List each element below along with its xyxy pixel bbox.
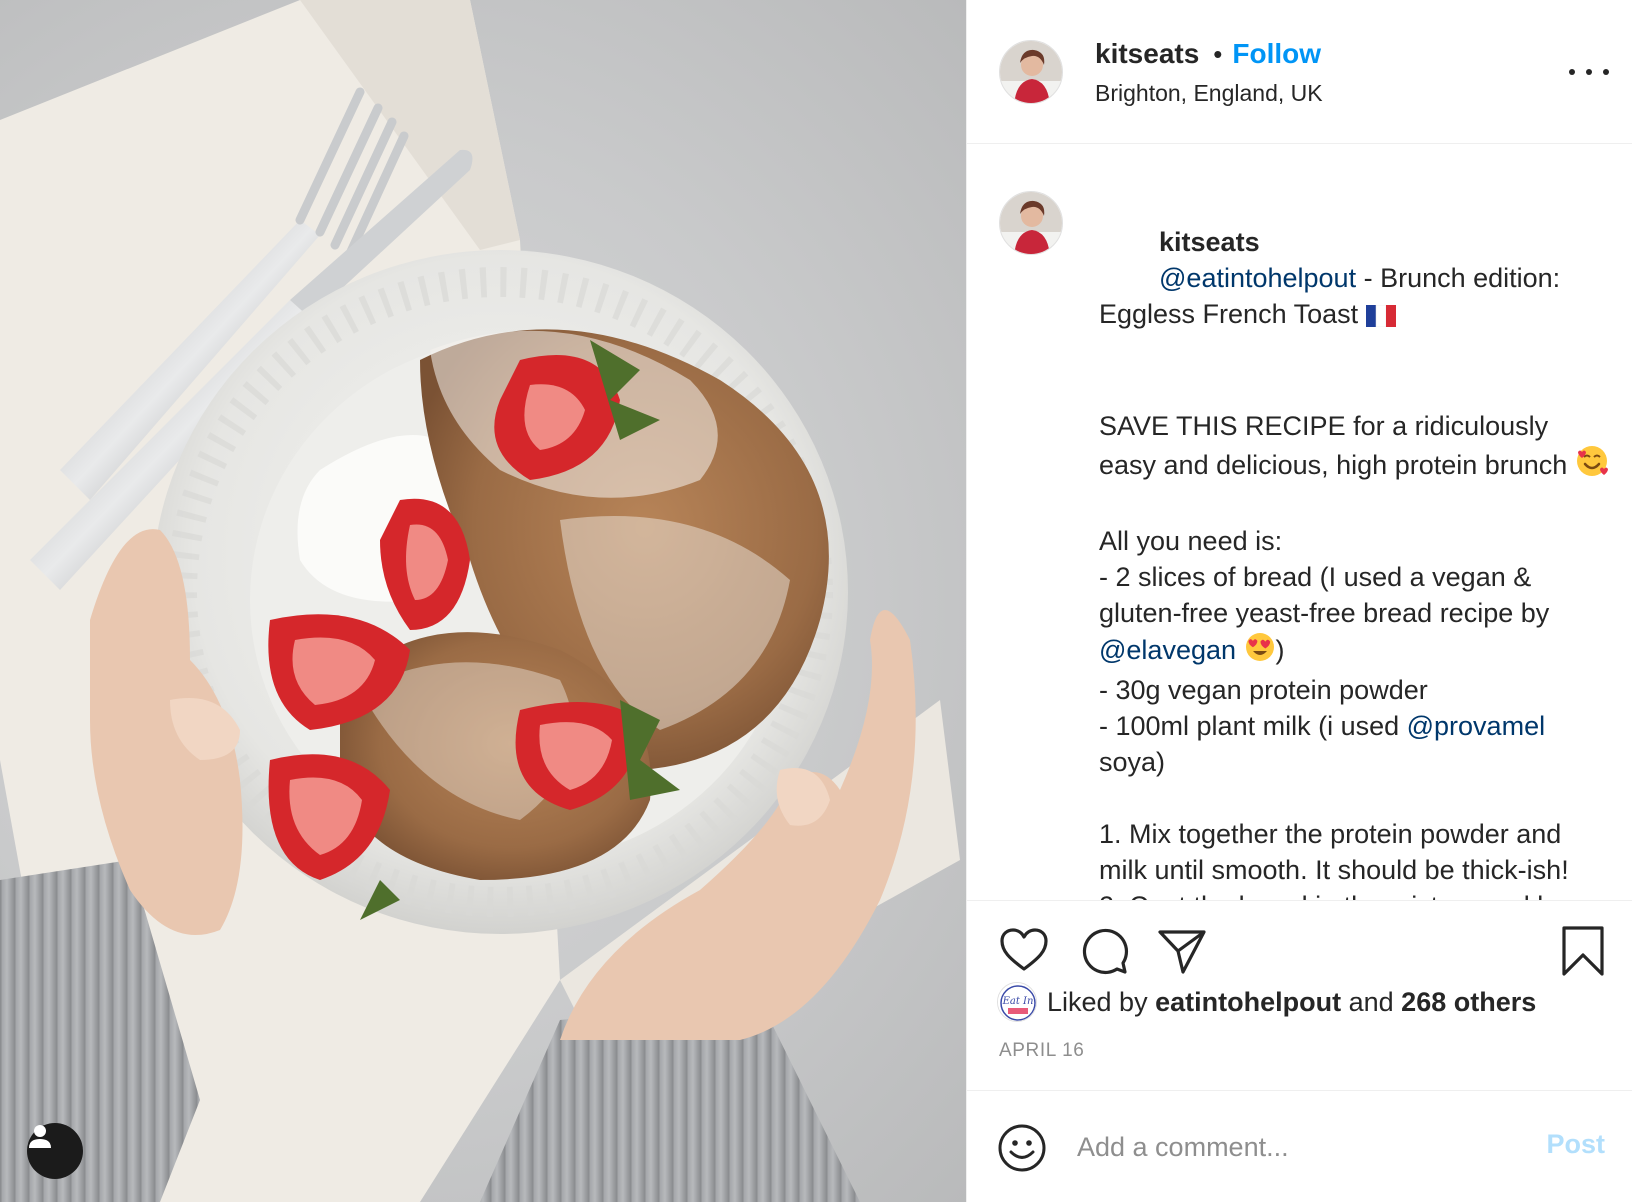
caption-bread-end: ) bbox=[1275, 635, 1285, 665]
french-toast-image bbox=[0, 0, 960, 1202]
liker-username[interactable]: eatintohelpout bbox=[1155, 987, 1341, 1017]
heart-eyes-icon bbox=[1244, 631, 1276, 672]
follow-button[interactable]: Follow bbox=[1232, 38, 1321, 70]
author-handle-row: kitseats • Follow bbox=[1095, 38, 1321, 70]
caption-save-line: SAVE THIS RECIPE for a ridiculously easy… bbox=[1099, 411, 1575, 480]
caption-protein-line: - 30g vegan protein powder bbox=[1099, 675, 1428, 705]
caption-step-1: 1. Mix together the protein powder and m… bbox=[1099, 819, 1569, 885]
french-flag-icon bbox=[1365, 300, 1396, 336]
emoji-picker-icon[interactable] bbox=[997, 1123, 1047, 1173]
mention-provamel[interactable]: @provamel bbox=[1407, 711, 1545, 741]
post-caption: kitseats @eatintohelpout - Brunch editio… bbox=[1099, 188, 1609, 900]
author-username[interactable]: kitseats bbox=[1095, 38, 1199, 70]
heart-icon[interactable] bbox=[999, 927, 1049, 973]
caption-bread-line: - 2 slices of bread (I used a vegan & gl… bbox=[1099, 562, 1557, 628]
comment-bubble-icon[interactable] bbox=[1079, 927, 1129, 975]
eat-in-help-out-logo: Eat In bbox=[998, 983, 1036, 1021]
separator-dot: • bbox=[1213, 39, 1223, 69]
mention-elavegan[interactable]: @elavegan bbox=[1099, 635, 1236, 665]
caption-milk-line: - 100ml plant milk (i used bbox=[1099, 711, 1407, 741]
comment-input[interactable] bbox=[1077, 1127, 1497, 1167]
tagged-users-button[interactable] bbox=[27, 1123, 83, 1179]
more-options-icon[interactable] bbox=[1569, 60, 1609, 84]
caption-area: kitseats @eatintohelpout - Brunch editio… bbox=[967, 145, 1632, 900]
user-icon bbox=[29, 1125, 51, 1148]
paper-plane-icon[interactable] bbox=[1157, 927, 1207, 975]
avatar-image bbox=[1000, 192, 1062, 254]
caption-need-line: All you need is: bbox=[1099, 526, 1283, 556]
liker-avatar[interactable]: Eat In bbox=[997, 982, 1037, 1022]
post-date[interactable]: APRIL 16 bbox=[999, 1040, 1084, 1062]
post-side-panel: kitseats • Follow Brighton, England, UK … bbox=[966, 0, 1632, 1202]
caption-step-2: 2. Coat the bread in the mixture and lea… bbox=[1099, 888, 1609, 900]
smiling-face-with-hearts-icon bbox=[1575, 444, 1609, 487]
bookmark-icon[interactable] bbox=[1561, 925, 1605, 977]
post-comment-button[interactable]: Post bbox=[1546, 1129, 1605, 1160]
mention-eatintohelpout[interactable]: @eatintohelpout bbox=[1159, 263, 1356, 293]
caption-avatar[interactable] bbox=[999, 191, 1063, 255]
svg-text:Eat In: Eat In bbox=[1002, 996, 1034, 1007]
author-avatar[interactable] bbox=[999, 40, 1063, 104]
likes-row: Eat In Liked by eatintohelpout and 268 o… bbox=[997, 982, 1536, 1022]
post-location[interactable]: Brighton, England, UK bbox=[1095, 80, 1323, 107]
post-photo[interactable] bbox=[0, 0, 966, 1202]
comment-bar: Post bbox=[967, 1090, 1632, 1202]
post-header: kitseats • Follow Brighton, England, UK bbox=[967, 0, 1632, 144]
likes-others-link[interactable]: 268 others bbox=[1401, 987, 1536, 1017]
avatar-image bbox=[1000, 41, 1062, 103]
likes-summary: Liked by eatintohelpout and 268 others bbox=[1047, 986, 1537, 1017]
caption-username[interactable]: kitseats bbox=[1159, 227, 1260, 257]
